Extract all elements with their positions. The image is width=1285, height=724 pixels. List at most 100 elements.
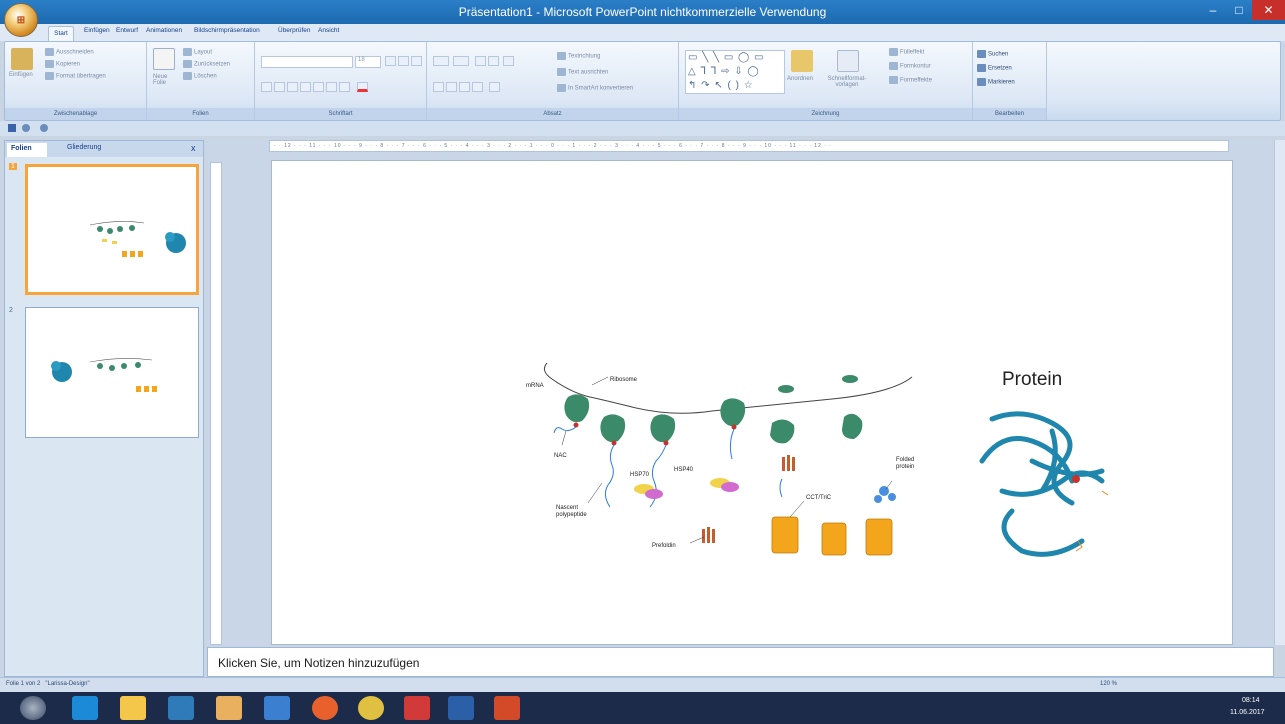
slide-number: 2 [9,307,13,314]
tab-entwurf[interactable]: Entwurf [116,27,138,34]
quick-styles-button[interactable]: Schnellformat-vorlagen [819,76,875,88]
slide-thumbnail-2[interactable] [25,307,199,438]
undo-icon[interactable] [22,124,30,132]
group-label: Bearbeiten [973,108,1046,120]
word-icon[interactable] [448,696,474,720]
new-slide-button[interactable]: Neue Folie [153,74,175,86]
vertical-scrollbar[interactable] [1274,140,1285,645]
power-icon[interactable] [404,696,430,720]
effects-label: Formeffekte [900,77,932,84]
font-name-field[interactable] [261,56,353,68]
bullets-button[interactable] [433,56,449,66]
group-slides: Neue Folie Layout Zurücksetzen Löschen F… [147,42,255,120]
text-direction-label: Textrichtung [568,53,601,60]
window-title: Präsentation1 - Microsoft PowerPoint nic… [458,5,827,19]
format-label: Format übertragen [56,73,106,80]
bold-button[interactable] [261,82,272,92]
copy-button[interactable]: Kopieren [45,60,80,68]
shape-fill-button[interactable]: Fülleffekt [889,48,924,56]
align-left-button[interactable] [433,82,444,92]
outline-icon [889,62,898,70]
label-ribosome: Ribosome [610,377,638,383]
cut-button[interactable]: Ausschneiden [45,48,94,56]
tab-ueberpruefen[interactable]: Überprüfen [278,27,311,34]
redo-icon[interactable] [40,124,48,132]
layout-button[interactable]: Layout [183,48,212,56]
edge-icon[interactable] [72,696,98,720]
chrome-icon[interactable] [358,696,384,720]
delete-button[interactable]: Löschen [183,72,217,80]
slide-counter: Folie 1 von 2 [6,681,41,687]
app-icon[interactable] [216,696,242,720]
reset-button[interactable]: Zurücksetzen [183,60,230,68]
firefox-icon[interactable] [312,696,338,720]
tab-ansicht[interactable]: Ansicht [318,27,339,34]
reset-label: Zurücksetzen [194,61,231,68]
font-color-button[interactable] [357,82,368,92]
numbering-button[interactable] [453,56,469,66]
slides-panel: Folien Gliederung x 1 2 [4,140,204,677]
close-button[interactable]: ✕ [1252,0,1285,20]
folder-icon[interactable] [120,696,146,720]
clear-format-button[interactable] [411,56,422,66]
italic-button[interactable] [274,82,285,92]
delete-label: Löschen [194,73,217,80]
start-icon[interactable] [20,696,46,720]
shapes-gallery[interactable]: ▭ ╲ ╲ ▭ ◯ ▭ △ ⅂ ⅂ ⇨ ⇩ ◯ ↰ ↷ ↖ ( ) ☆ [685,50,785,94]
font-size-field[interactable]: 18 [355,56,381,68]
find-button[interactable]: Suchen [977,50,1008,58]
align-text-label: Text ausrichten [568,69,609,76]
tab-bildschirmpraesentation[interactable]: Bildschirmpräsentation [194,27,260,34]
cut-label: Ausschneiden [56,49,94,56]
smartart-label: In SmartArt konvertieren [568,85,634,92]
grow-font-button[interactable] [385,56,396,66]
line-spacing-button[interactable] [503,56,514,66]
tab-outline[interactable]: Gliederung [67,144,101,151]
zoom-level[interactable]: 120 % [1100,681,1117,687]
tab-animationen[interactable]: Animationen [146,27,182,34]
replace-label: Ersetzen [988,65,1012,72]
minimize-button[interactable]: – [1200,0,1226,20]
close-icon[interactable]: x [191,143,196,153]
save-icon[interactable] [8,124,16,132]
spacing-button[interactable] [326,82,337,92]
group-paragraph: Textrichtung Text ausrichten In SmartArt… [427,42,679,120]
slide-canvas[interactable]: mRNA Ribosome NAC HSP70 HSP40 Nascent po… [271,160,1233,645]
shrink-font-button[interactable] [398,56,409,66]
select-button[interactable]: Markieren [977,78,1015,86]
slide-thumbnail-1[interactable] [25,164,199,295]
office-button[interactable]: ⊞ [4,3,38,37]
case-button[interactable] [339,82,350,92]
tab-einfuegen[interactable]: Einfügen [84,27,110,34]
shape-effects-button[interactable]: Formeffekte [889,76,932,84]
app-icon[interactable] [264,696,290,720]
underline-button[interactable] [287,82,298,92]
shape-outline-button[interactable]: Formkontur [889,62,931,70]
arrange-icon [791,50,813,72]
tab-slides[interactable]: Folien [7,143,47,157]
align-right-button[interactable] [459,82,470,92]
clock-time[interactable]: 08:14 [1242,697,1260,704]
clock-date[interactable]: 11.06.2017 [1230,709,1265,716]
format-painter-button[interactable]: Format übertragen [45,72,106,80]
brush-icon [45,72,54,80]
align-text-button[interactable]: Text ausrichten [557,68,608,76]
replace-button[interactable]: Ersetzen [977,64,1012,72]
columns-button[interactable] [489,82,500,92]
app-icon[interactable] [168,696,194,720]
paste-button[interactable]: Einfügen [9,72,33,78]
notes-pane[interactable]: Klicken Sie, um Notizen hinzuzufügen [207,647,1274,677]
arrange-button[interactable]: Anordnen [787,76,813,82]
shadow-button[interactable] [313,82,324,92]
text-direction-button[interactable]: Textrichtung [557,52,600,60]
tab-start[interactable]: Start [48,26,74,41]
system-tray: 08:14 11.06.2017 [1190,692,1285,724]
strikethrough-button[interactable] [300,82,311,92]
justify-button[interactable] [472,82,483,92]
align-center-button[interactable] [446,82,457,92]
smartart-button[interactable]: In SmartArt konvertieren [557,84,633,92]
maximize-button[interactable]: □ [1226,0,1252,20]
increase-indent-button[interactable] [488,56,499,66]
powerpoint-icon[interactable] [494,696,520,720]
decrease-indent-button[interactable] [475,56,486,66]
